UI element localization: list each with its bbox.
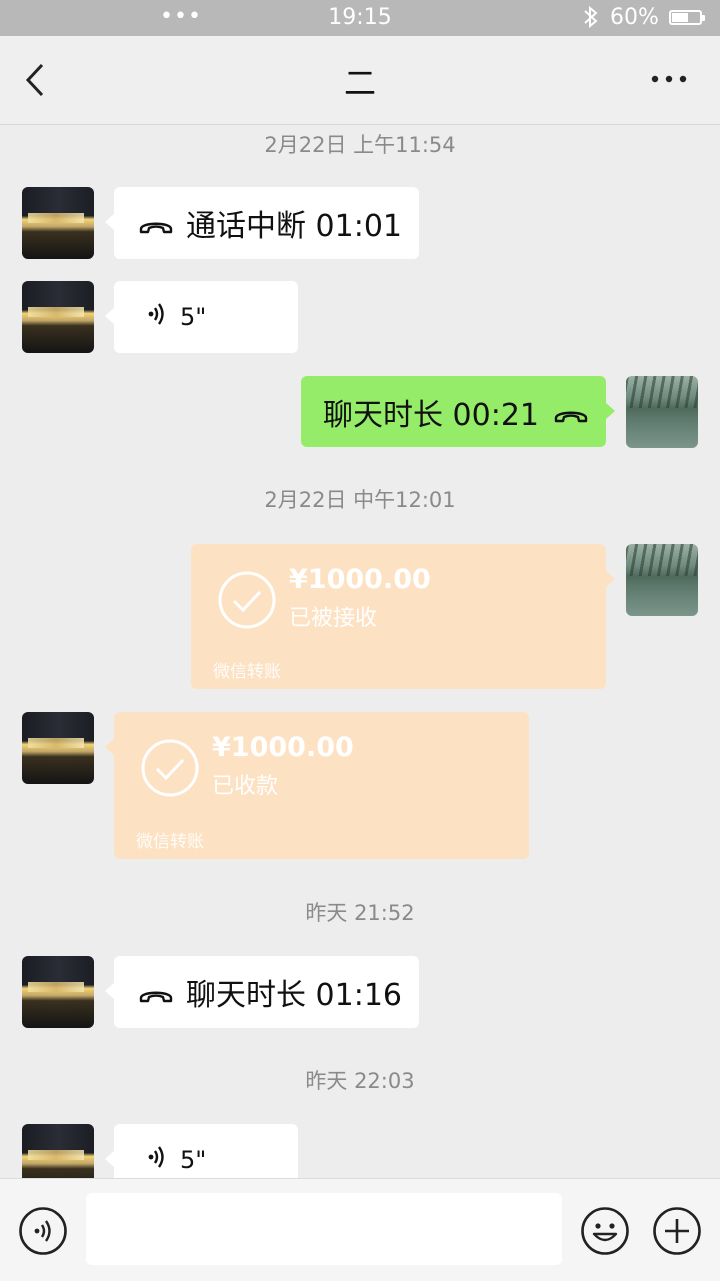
transfer-brand: 微信转账 (136, 832, 204, 852)
message-input[interactable] (86, 1193, 562, 1265)
plus-icon[interactable] (652, 1206, 702, 1256)
avatar-contact[interactable] (22, 956, 94, 1028)
avatar-contact[interactable] (22, 712, 94, 784)
battery-fill (672, 13, 689, 22)
transfer-amount: ¥1000.00 (212, 732, 354, 763)
battery-icon (669, 10, 705, 25)
transfer-brand: 微信转账 (213, 662, 281, 682)
call-message[interactable]: 聊天时长 00:21 (301, 376, 615, 447)
check-circle-icon (217, 570, 277, 630)
call-message[interactable]: 通话中断 01:01 (105, 187, 419, 259)
transfer-card[interactable]: ¥1000.00 已被接收 微信转账 (191, 544, 615, 689)
timestamp: 昨天 21:52 (305, 901, 415, 925)
message-list[interactable]: 2月22日 上午11:54 通话中断 01:01 5" 聊天时长 00:21 2… (0, 125, 720, 1178)
timestamp: 2月22日 上午11:54 (264, 133, 456, 157)
input-bar (0, 1178, 720, 1281)
status-bar: ••• 19:15 60% (0, 0, 720, 36)
bluetooth-icon (582, 5, 600, 35)
voice-message[interactable]: 5" (105, 1124, 298, 1178)
voice-message[interactable]: 5" (105, 281, 298, 353)
battery-percent: 60% (610, 5, 659, 30)
chat-header: 二 (0, 36, 720, 125)
call-message[interactable]: 聊天时长 01:16 (105, 956, 419, 1028)
voice-duration: 5" (180, 303, 207, 331)
timestamp: 2月22日 中午12:01 (264, 488, 456, 512)
voice-duration: 5" (180, 1146, 207, 1174)
voice-toggle-icon[interactable] (18, 1206, 68, 1256)
timestamp: 昨天 22:03 (305, 1069, 415, 1093)
call-message-text: 聊天时长 00:21 (323, 397, 539, 433)
call-message-text: 通话中断 01:01 (186, 209, 402, 244)
transfer-status: 已被接收 (289, 606, 378, 631)
phone-hangup-icon (553, 400, 589, 424)
avatar-contact[interactable] (22, 281, 94, 353)
emoji-icon[interactable] (580, 1206, 630, 1256)
transfer-status: 已收款 (212, 774, 279, 799)
avatar-contact[interactable] (22, 187, 94, 259)
transfer-amount: ¥1000.00 (289, 564, 431, 595)
more-dots-icon[interactable] (646, 64, 692, 94)
voice-wave-icon (146, 1144, 170, 1176)
avatar-self[interactable] (626, 544, 698, 616)
transfer-card[interactable]: ¥1000.00 已收款 微信转账 (105, 712, 529, 859)
phone-hangup-icon (138, 980, 174, 1004)
phone-hangup-icon (138, 211, 174, 235)
call-message-text: 聊天时长 01:16 (186, 978, 402, 1013)
avatar-self[interactable] (626, 376, 698, 448)
voice-wave-icon (146, 301, 170, 333)
chat-title: 二 (343, 64, 376, 102)
avatar-contact[interactable] (22, 1124, 94, 1178)
check-circle-icon (140, 738, 200, 798)
